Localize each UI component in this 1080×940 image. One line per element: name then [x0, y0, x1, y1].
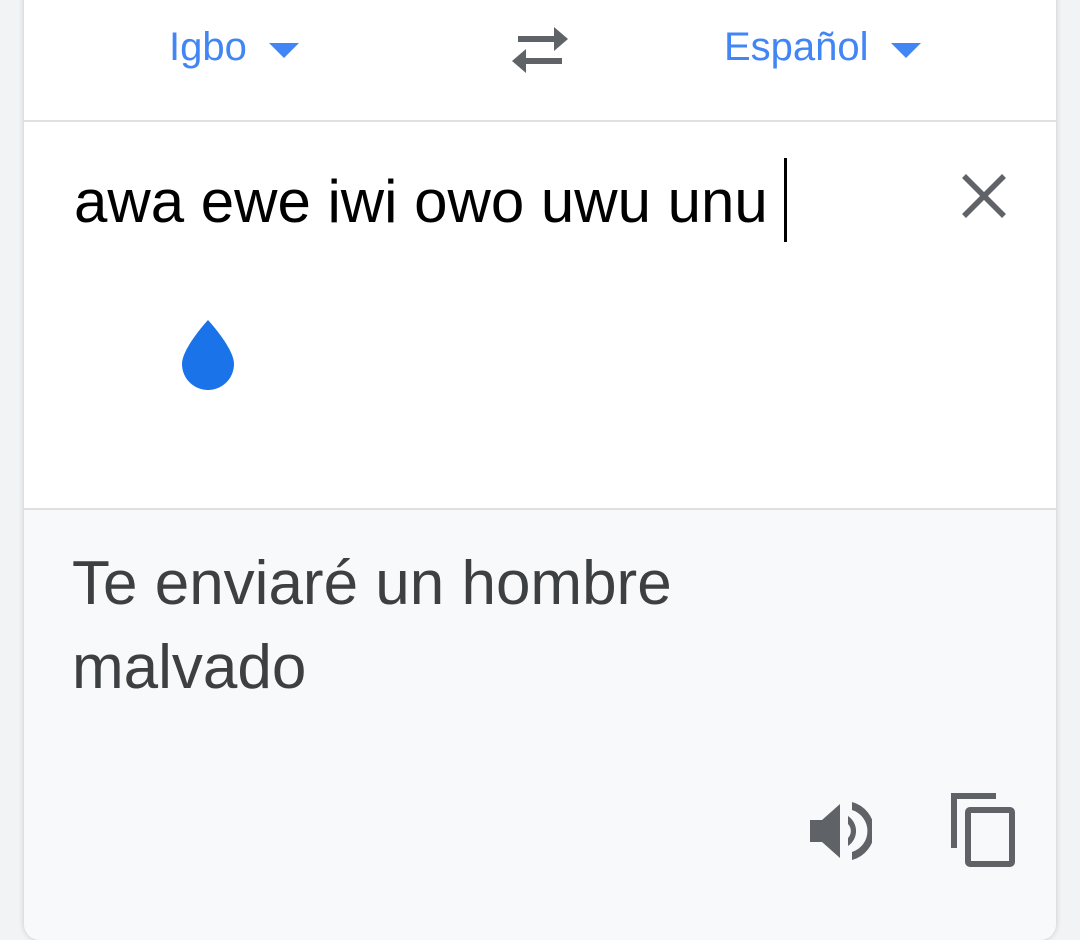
source-language-selector[interactable]: Igbo — [169, 22, 299, 72]
chevron-down-icon — [890, 42, 921, 58]
source-language-label: Igbo — [169, 24, 247, 69]
source-text-area[interactable]: awa ewe iwi owo uwu unu — [24, 122, 1056, 510]
listen-button[interactable] — [806, 798, 875, 864]
text-cursor — [783, 158, 787, 242]
source-text-value: awa ewe iwi owo uwu unu — [74, 168, 768, 235]
copy-translation-button[interactable] — [946, 788, 1018, 868]
language-bar: Igbo Español — [24, 0, 1056, 122]
clear-text-button[interactable] — [958, 170, 1010, 222]
chevron-down-icon — [268, 42, 299, 58]
swap-arrows-icon — [512, 27, 568, 73]
translation-output-text: Te enviaré un hombre malvado — [72, 549, 672, 702]
source-text-input[interactable]: awa ewe iwi owo uwu unu — [74, 158, 834, 244]
target-language-selector[interactable]: Español — [724, 22, 921, 72]
cursor-handle-icon[interactable] — [178, 318, 238, 394]
translate-card: Igbo Español awa ewe iwi owo uwu unu Te … — [24, 0, 1056, 940]
speaker-icon — [810, 802, 875, 860]
target-language-label: Español — [724, 24, 869, 69]
swap-languages-button[interactable] — [508, 24, 572, 76]
translation-output-area: Te enviaré un hombre malvado — [24, 510, 1056, 940]
close-icon — [962, 174, 1006, 218]
copy-icon — [951, 793, 1015, 867]
